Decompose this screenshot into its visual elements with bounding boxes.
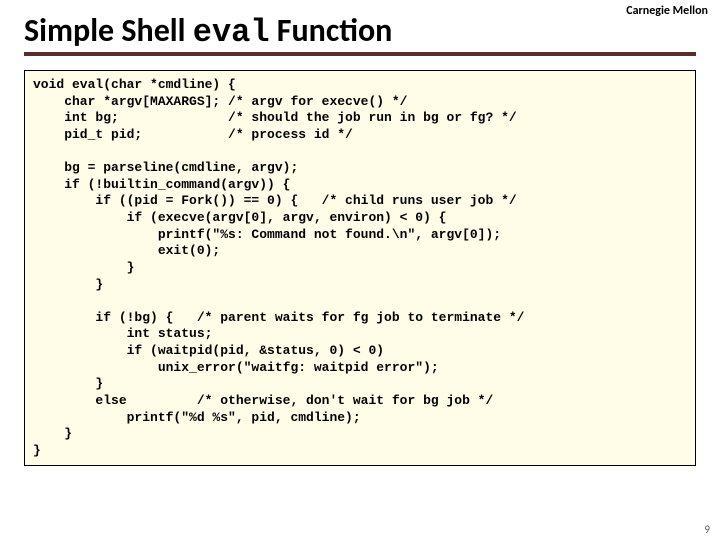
title-suffix: Function <box>270 11 393 50</box>
page-number: 9 <box>704 523 710 536</box>
slide-title: Simple Shell eval Function <box>24 14 696 56</box>
title-prefix: Simple Shell <box>24 11 193 50</box>
code-box: void eval(char *cmdline) { char *argv[MA… <box>24 70 696 466</box>
title-code: eval <box>193 14 270 51</box>
slide: Carnegie Mellon Simple Shell eval Functi… <box>0 0 720 540</box>
code-content: void eval(char *cmdline) { char *argv[MA… <box>33 77 687 459</box>
